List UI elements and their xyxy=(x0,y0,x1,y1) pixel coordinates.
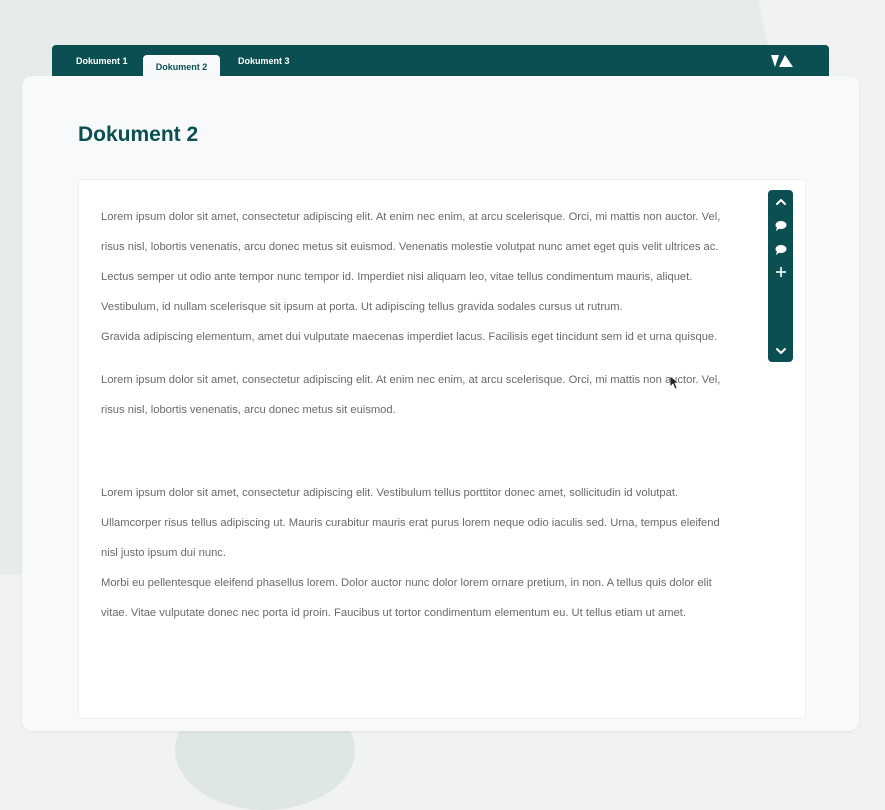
text-line: Lorem ipsum dolor sit amet, consectetur … xyxy=(101,374,721,386)
side-toolbar xyxy=(768,190,793,362)
logo-icon xyxy=(771,55,793,67)
paragraph: Lorem ipsum dolor sit amet, consectetur … xyxy=(101,202,741,352)
text-line: Lorem ipsum dolor sit amet, consectetur … xyxy=(101,211,721,223)
tab-dokument-3[interactable]: Dokument 3 xyxy=(238,53,290,69)
text-line: vitae. Vitae vulputate donec nec porta i… xyxy=(101,607,686,619)
chevron-down-icon xyxy=(775,348,786,354)
comment-icon xyxy=(775,221,786,231)
document-panel: Dokument 2 Lorem ipsum dolor sit amet, c… xyxy=(22,76,859,731)
tab-bar: Dokument 1 Dokument 2 Dokument 3 xyxy=(52,45,829,76)
text-line: Lorem ipsum dolor sit amet, consectetur … xyxy=(101,487,679,499)
text-line: nisl justo ipsum dui nunc. xyxy=(101,547,226,559)
text-line: Vestibulum, id nullam scelerisque sit ip… xyxy=(101,301,623,313)
tab-dokument-1[interactable]: Dokument 1 xyxy=(76,53,128,69)
text-line: Morbi eu pellentesque eleifend phasellus… xyxy=(101,577,712,589)
paragraph: Lorem ipsum dolor sit amet, consectetur … xyxy=(101,478,741,628)
chevron-up-icon xyxy=(775,199,786,205)
text-line: Lectus semper ut odio ante tempor nunc t… xyxy=(101,271,693,283)
text-line: risus nisl, lobortis venenatis, arcu don… xyxy=(101,404,396,416)
comment-button[interactable] xyxy=(768,216,793,234)
text-line: Gravida adipiscing elementum, amet dui v… xyxy=(101,331,718,343)
comment-icon xyxy=(775,245,786,255)
tab-dokument-2[interactable]: Dokument 2 xyxy=(143,55,220,76)
document-editor[interactable]: Lorem ipsum dolor sit amet, consectetur … xyxy=(78,179,806,719)
text-line: risus nisl, lobortis venenatis, arcu don… xyxy=(101,241,719,253)
page-title: Dokument 2 xyxy=(78,123,199,146)
mouse-cursor-icon xyxy=(670,376,680,390)
document-content: Lorem ipsum dolor sit amet, consectetur … xyxy=(101,202,741,628)
text-line: Ullamcorper risus tellus adipiscing ut. … xyxy=(101,517,720,529)
comment-button[interactable] xyxy=(768,240,793,258)
add-button[interactable] xyxy=(768,263,793,281)
scroll-up-button[interactable] xyxy=(768,192,793,210)
scroll-down-button[interactable] xyxy=(768,342,793,360)
plus-icon xyxy=(775,267,786,277)
paragraph: Lorem ipsum dolor sit amet, consectetur … xyxy=(101,365,741,425)
